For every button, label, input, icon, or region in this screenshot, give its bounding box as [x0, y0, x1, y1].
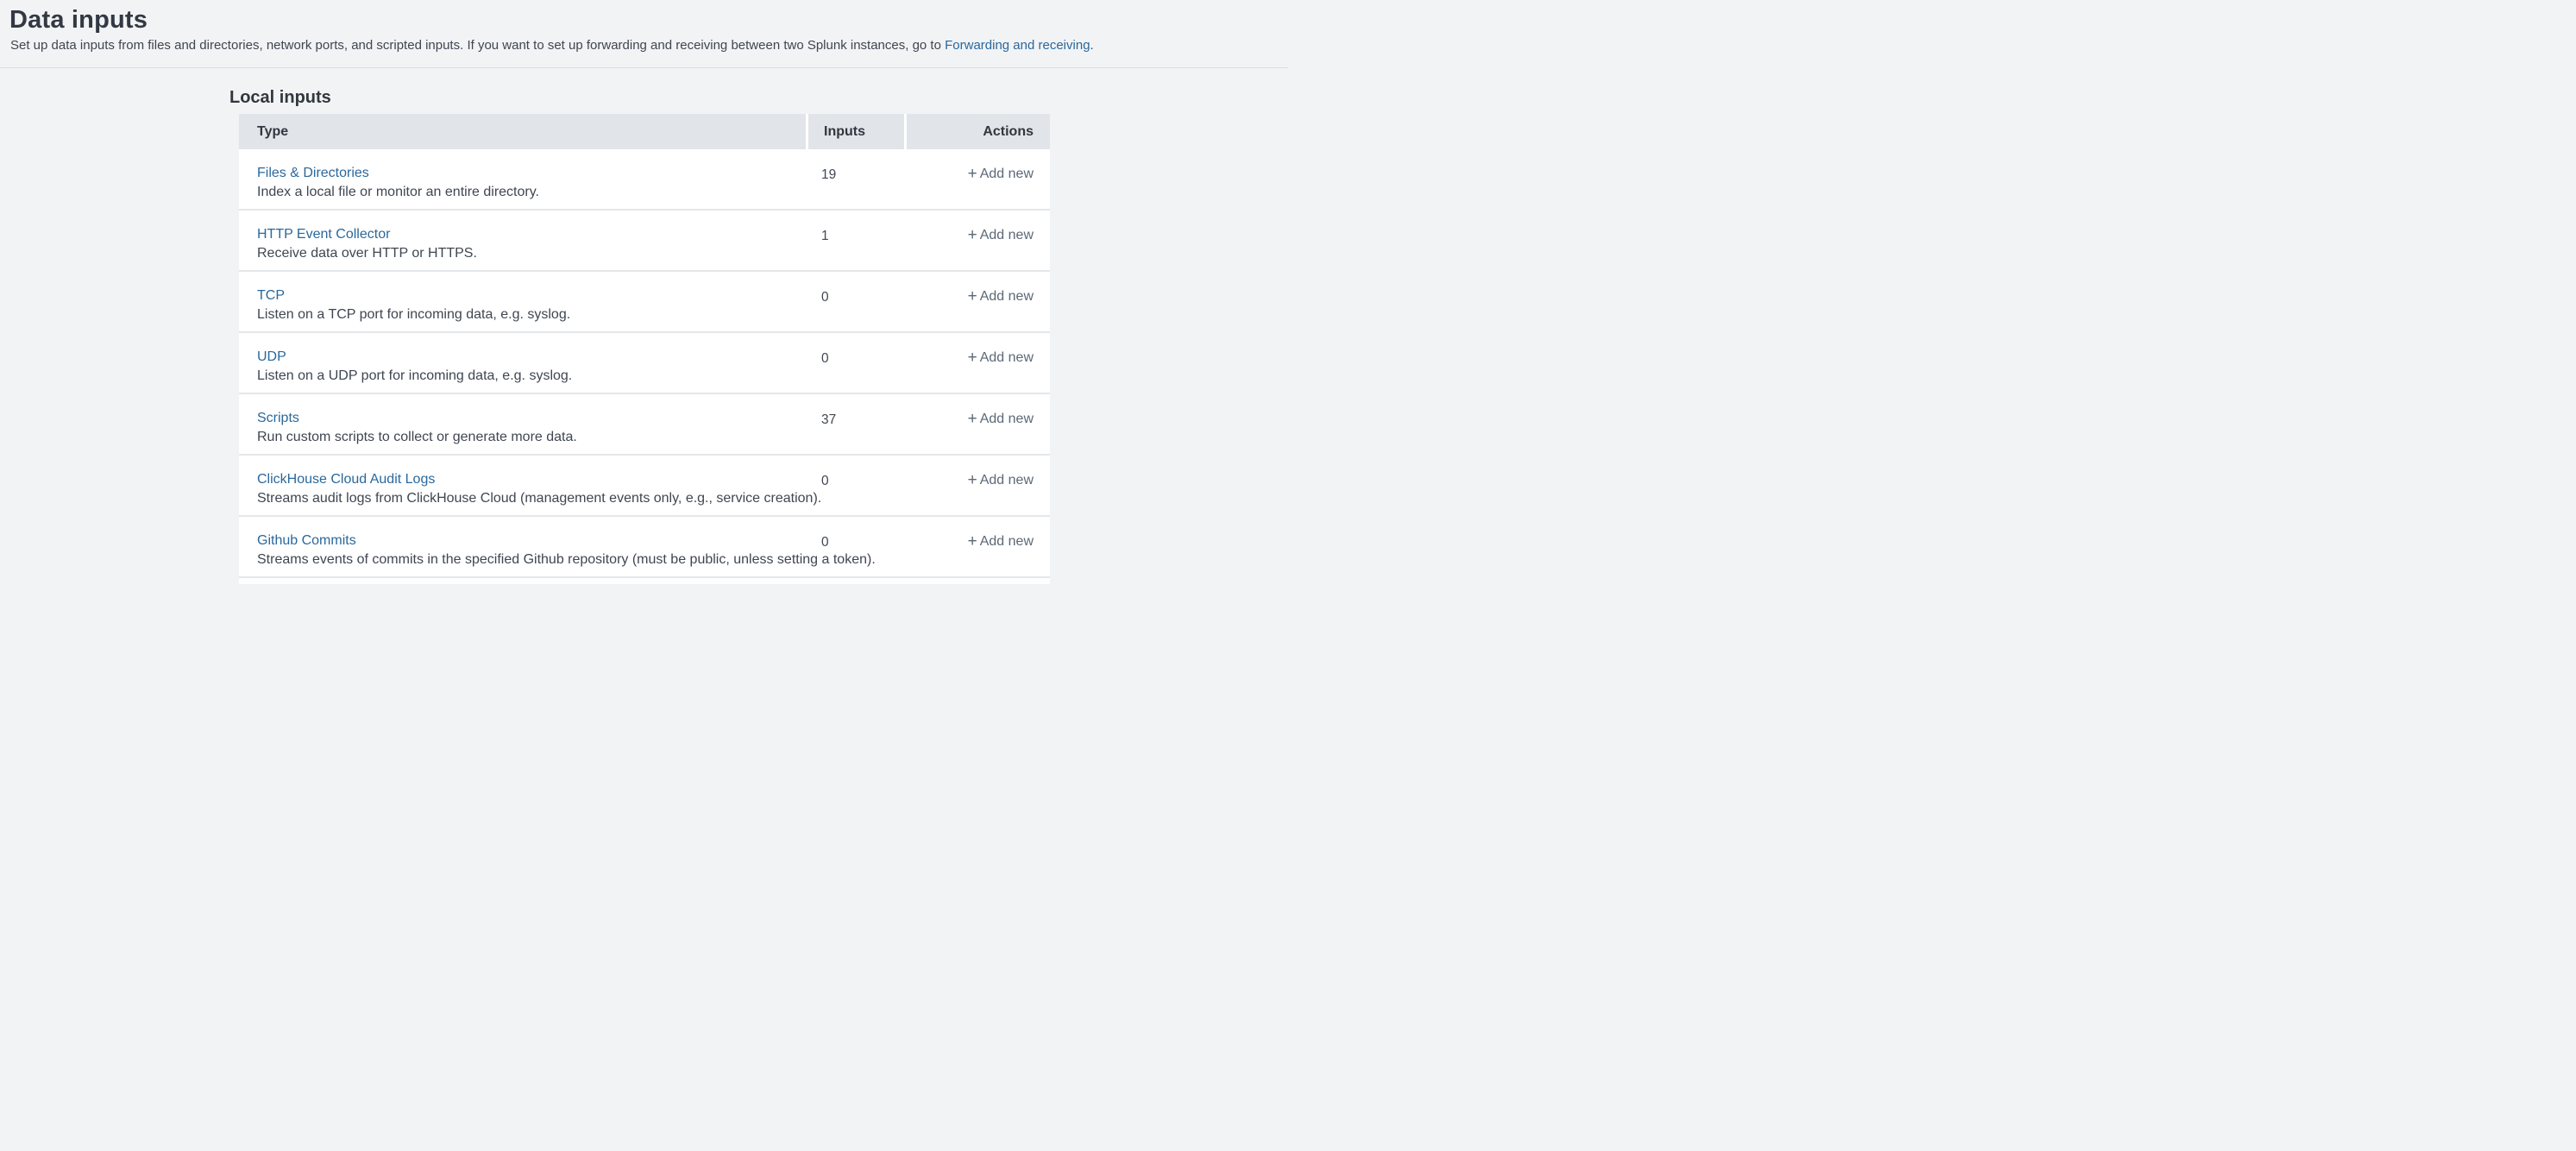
column-header-inputs: Inputs	[806, 114, 904, 149]
table-row: ClickHouse Cloud Audit Logs Streams audi…	[239, 456, 1050, 517]
content-area: Local inputs Type Inputs Actions Files &…	[0, 87, 1288, 584]
input-type-link[interactable]: UDP	[257, 349, 286, 366]
add-new-label: Add new	[980, 228, 1034, 242]
add-new-label: Add new	[980, 289, 1034, 304]
input-type-link[interactable]: HTTP Event Collector	[257, 226, 390, 243]
forwarding-and-receiving-link[interactable]: Forwarding and receiving	[945, 38, 1090, 53]
page-header-banner: Data inputs Set up data inputs from file…	[0, 6, 1288, 68]
inputs-count: 37	[806, 394, 904, 454]
input-type-link[interactable]: Files & Directories	[257, 165, 369, 182]
input-type-link[interactable]: Github Commits	[257, 532, 356, 550]
actions-cell: +Add new	[904, 333, 1050, 393]
inputs-count: 0	[806, 272, 904, 331]
input-type-description: Listen on a UDP port for incoming data, …	[257, 368, 797, 385]
actions-cell: +Add new	[904, 272, 1050, 331]
inputs-count: 0	[806, 517, 904, 576]
table-row: HTTP Event Collector Receive data over H…	[239, 211, 1050, 272]
table-row: UDP Listen on a UDP port for incoming da…	[239, 333, 1050, 394]
input-type-description: Receive data over HTTP or HTTPS.	[257, 245, 797, 262]
plus-icon: +	[968, 165, 977, 183]
add-new-label: Add new	[980, 534, 1034, 549]
actions-cell: +Add new	[904, 394, 1050, 454]
page-subtitle: Set up data inputs from files and direct…	[10, 37, 1288, 54]
section-heading-local-inputs: Local inputs	[229, 87, 1288, 108]
add-new-label: Add new	[980, 473, 1034, 487]
input-type-description: Streams audit logs from ClickHouse Cloud…	[257, 490, 797, 507]
input-type-link[interactable]: Scripts	[257, 410, 299, 427]
plus-icon: +	[968, 226, 977, 244]
add-new-button[interactable]: +Add new	[968, 228, 1034, 242]
plus-icon: +	[968, 349, 977, 367]
plus-icon: +	[968, 410, 977, 428]
add-new-button[interactable]: +Add new	[968, 167, 1034, 181]
actions-cell: +Add new	[904, 149, 1050, 209]
type-cell: TCP Listen on a TCP port for incoming da…	[239, 272, 806, 331]
column-header-type: Type	[239, 114, 806, 149]
add-new-button[interactable]: +Add new	[968, 534, 1034, 549]
table-row: Files & Directories Index a local file o…	[239, 149, 1050, 211]
add-new-label: Add new	[980, 350, 1034, 365]
add-new-button[interactable]: +Add new	[968, 412, 1034, 426]
table-row: Github Commits Streams events of commits…	[239, 517, 1050, 578]
actions-cell: +Add new	[904, 517, 1050, 576]
add-new-button[interactable]: +Add new	[968, 473, 1034, 487]
input-type-link[interactable]: ClickHouse Cloud Audit Logs	[257, 471, 435, 488]
add-new-label: Add new	[980, 167, 1034, 181]
table-header-row: Type Inputs Actions	[239, 114, 1050, 149]
add-new-button[interactable]: +Add new	[968, 350, 1034, 365]
plus-icon: +	[968, 471, 977, 489]
table-row: TCP Listen on a TCP port for incoming da…	[239, 272, 1050, 333]
inputs-count: 0	[806, 333, 904, 393]
type-cell: HTTP Event Collector Receive data over H…	[239, 211, 806, 270]
input-type-description: Run custom scripts to collect or generat…	[257, 429, 797, 446]
input-type-link[interactable]: TCP	[257, 287, 285, 305]
type-cell: Files & Directories Index a local file o…	[239, 149, 806, 209]
table-body: Files & Directories Index a local file o…	[239, 149, 1050, 578]
table-row: Scripts Run custom scripts to collect or…	[239, 394, 1050, 456]
inputs-count: 1	[806, 211, 904, 270]
input-type-description: Index a local file or monitor an entire …	[257, 184, 797, 201]
column-header-actions: Actions	[904, 114, 1050, 149]
local-inputs-table: Type Inputs Actions Files & Directories …	[239, 114, 1050, 584]
type-cell: ClickHouse Cloud Audit Logs Streams audi…	[239, 456, 806, 515]
input-type-description: Listen on a TCP port for incoming data, …	[257, 306, 797, 324]
page-title: Data inputs	[9, 6, 1288, 35]
type-cell: Github Commits Streams events of commits…	[239, 517, 806, 576]
subtitle-text: Set up data inputs from files and direct…	[10, 38, 945, 53]
add-new-button[interactable]: +Add new	[968, 289, 1034, 304]
plus-icon: +	[968, 532, 977, 550]
actions-cell: +Add new	[904, 456, 1050, 515]
plus-icon: +	[968, 287, 977, 305]
inputs-count: 0	[806, 456, 904, 515]
type-cell: UDP Listen on a UDP port for incoming da…	[239, 333, 806, 393]
add-new-label: Add new	[980, 412, 1034, 426]
partial-next-row	[239, 578, 1050, 584]
inputs-count: 19	[806, 149, 904, 209]
input-type-description: Streams events of commits in the specifi…	[257, 551, 797, 569]
type-cell: Scripts Run custom scripts to collect or…	[239, 394, 806, 454]
subtitle-period: .	[1090, 38, 1094, 53]
actions-cell: +Add new	[904, 211, 1050, 270]
